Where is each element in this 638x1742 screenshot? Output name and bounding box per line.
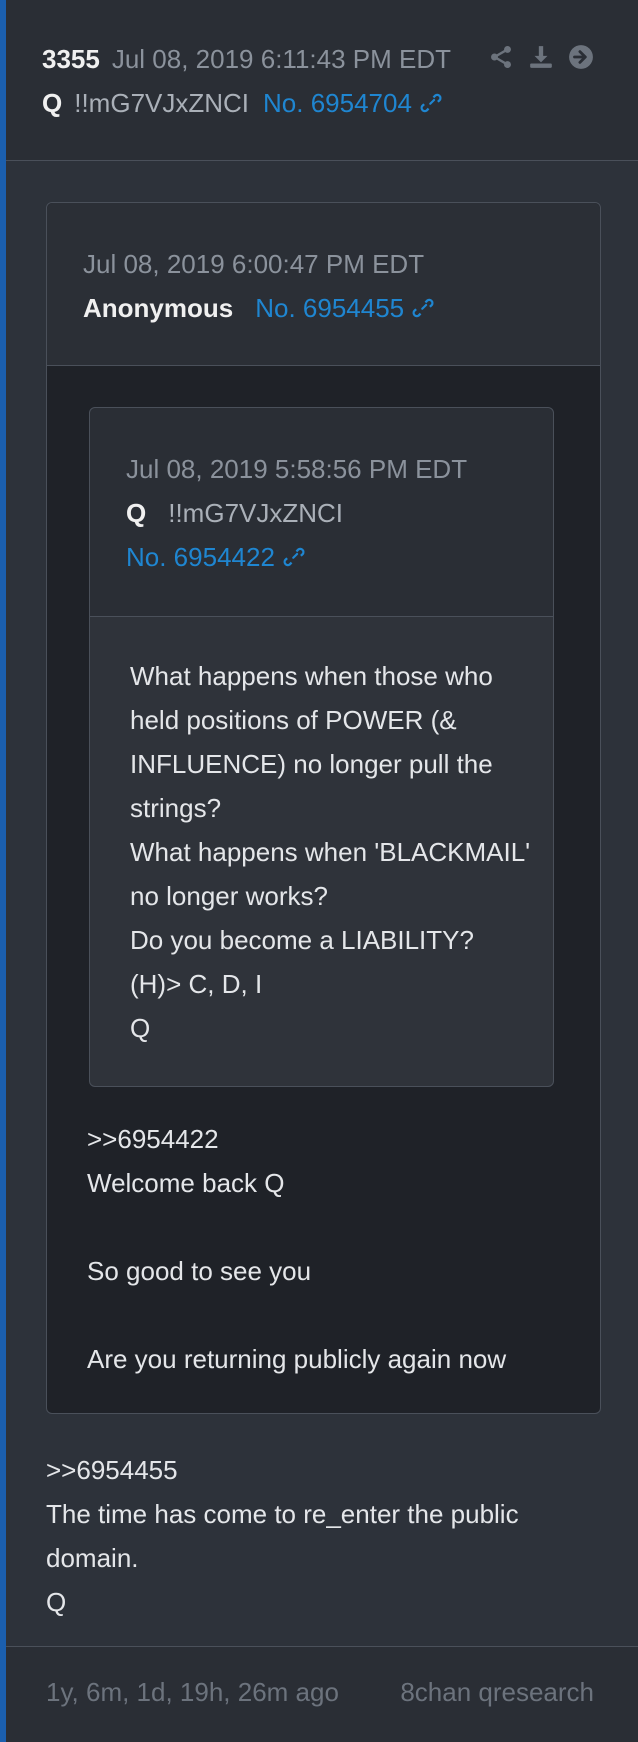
nested-quote-line: What happens when 'BLACKMAIL' no longer …	[130, 837, 531, 911]
nested-quote-author: Q	[126, 498, 147, 528]
nested-quote-datetime: Jul 08, 2019 5:58:56 PM EDT	[126, 454, 468, 484]
quoted-post-header: Jul 08, 2019 6:00:47 PM EDT Anonymous No.…	[47, 203, 600, 366]
quoted-post-line	[87, 1205, 580, 1249]
post-body-line: >>6954455	[46, 1455, 178, 1485]
quoted-post-anonymous: Jul 08, 2019 6:00:47 PM EDT Anonymous No.…	[46, 202, 601, 1414]
quoted-post-body: >>6954422 Welcome back Q So good to see …	[87, 1117, 580, 1381]
quoted-post-line	[87, 1293, 580, 1337]
post-body-line: Q	[46, 1587, 67, 1617]
nested-quote-line: Do you become a LIABILITY?	[130, 925, 474, 955]
share-icon[interactable]	[488, 44, 514, 70]
post-age: 1y, 6m, 1d, 19h, 26m ago	[46, 1677, 339, 1707]
quoted-post-line: Are you returning publicly again now	[87, 1344, 507, 1374]
link-icon	[283, 547, 305, 567]
quoted-post-datetime: Jul 08, 2019 6:00:47 PM EDT	[83, 249, 425, 279]
quoted-post-line: So good to see you	[87, 1256, 312, 1286]
quoted-post-id-text: No. 6954455	[255, 293, 405, 323]
nested-quote-id-link[interactable]: No. 6954422	[126, 542, 307, 572]
arrow-right-circle-icon[interactable]	[568, 44, 594, 70]
post-source: 8chan qresearch	[400, 1677, 594, 1707]
nested-quote-id-text: No. 6954422	[126, 542, 275, 572]
quoted-post-id-link[interactable]: No. 6954455	[255, 293, 436, 323]
post-author: Q	[42, 88, 63, 118]
post-body-line: The time has come to re_enter the public…	[46, 1499, 519, 1573]
post-meta-line: 3355 Jul 08, 2019 6:11:43 PM EDT	[42, 42, 451, 76]
quoted-post-q: Jul 08, 2019 5:58:56 PM EDT Q !!mG7VJxZNC…	[89, 407, 554, 1087]
quoted-post-line: >>6954422	[87, 1124, 219, 1154]
post-actions	[488, 44, 594, 70]
q-post-card: 3355 Jul 08, 2019 6:11:43 PM EDT Q !!mG7VJ…	[0, 0, 638, 1742]
post-tripcode: !!mG7VJxZNCI	[74, 88, 250, 118]
nested-quote-line: What happens when those who held positio…	[130, 661, 493, 823]
download-icon[interactable]	[528, 44, 554, 70]
nested-quote-header: Jul 08, 2019 5:58:56 PM EDT Q !!mG7VJxZNC…	[90, 408, 553, 617]
nested-quote-tripcode: !!mG7VJxZNCI	[168, 498, 344, 528]
post-header: 3355 Jul 08, 2019 6:11:43 PM EDT Q !!mG7VJ…	[6, 0, 638, 161]
link-icon	[412, 298, 434, 318]
nested-quote-body: What happens when those who held positio…	[130, 654, 533, 1050]
nested-quote-line: (H)> C, D, I	[130, 969, 263, 999]
link-icon	[420, 93, 442, 113]
nested-quote-line: Q	[130, 1013, 151, 1043]
post-datetime: Jul 08, 2019 6:11:43 PM EDT	[111, 44, 451, 74]
post-number: 3355	[42, 44, 100, 74]
nested-quote-id-line: No. 6954422	[126, 540, 307, 574]
post-body: >>6954455 The time has come to re_enter …	[46, 1448, 618, 1624]
quoted-post-line: Welcome back Q	[87, 1168, 285, 1198]
post-id-text: No. 6954704	[263, 88, 412, 118]
post-id-link[interactable]: No. 6954704	[263, 88, 444, 118]
quoted-post-author-line: Anonymous No. 6954455	[83, 291, 436, 325]
quoted-post-author: Anonymous	[83, 293, 234, 323]
nested-quote-author-line: Q !!mG7VJxZNCI	[126, 496, 357, 530]
post-author-line: Q !!mG7VJxZNCI No. 6954704	[42, 86, 444, 120]
post-footer: 1y, 6m, 1d, 19h, 26m ago 8chan qresearch	[6, 1646, 638, 1742]
